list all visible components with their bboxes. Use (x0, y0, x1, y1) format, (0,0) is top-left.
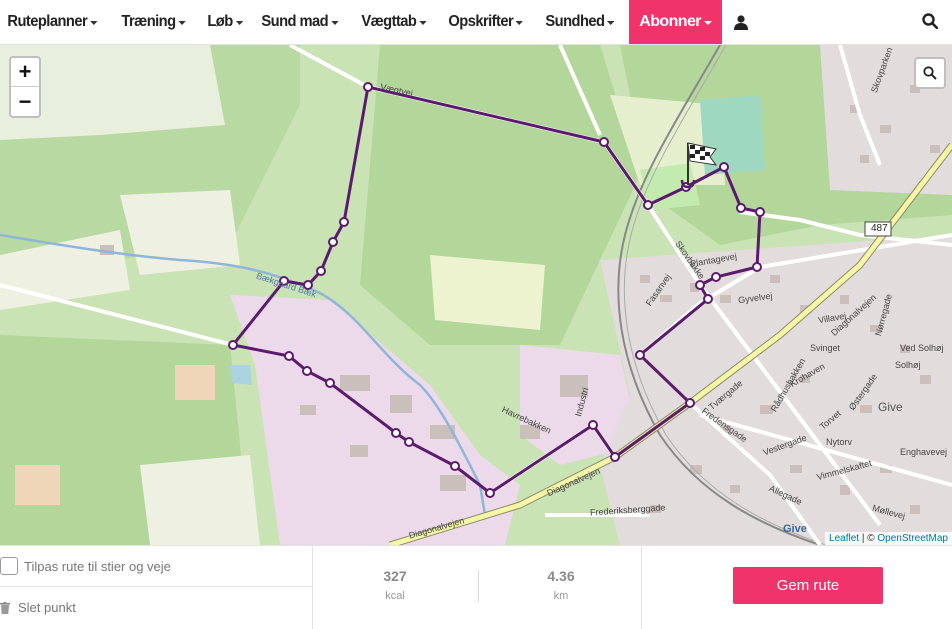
nav-abonner[interactable]: Abonner (629, 0, 722, 44)
magnifier-icon (923, 66, 937, 80)
trash-icon (0, 601, 10, 614)
fit-route-label: Tilpas rute til stier og veje (24, 558, 171, 574)
street-label: Solhøj (895, 360, 921, 370)
fit-route-option[interactable]: Tilpas rute til stier og veje (0, 546, 312, 587)
nav-ruteplanner[interactable]: Ruteplanner (0, 0, 105, 44)
route-panel: Tilpas rute til stier og veje Slet punkt… (0, 545, 952, 629)
map-search-button[interactable] (914, 57, 946, 89)
caret-down-icon (89, 21, 98, 25)
caret-down-icon (178, 21, 186, 25)
top-navbar: Ruteplanner Træning Løb Sund mad Vægttab… (0, 0, 952, 45)
nav-traening[interactable]: Træning (114, 0, 193, 44)
route-stats: 327 kcal 4.36 km (312, 546, 642, 629)
nav-abonner-label: Abonner (639, 13, 701, 30)
zoom-control: + − (9, 56, 41, 118)
nav-vaegttab[interactable]: Vægttab (354, 0, 434, 44)
nav-opskrifter-label: Opskrifter (447, 13, 513, 30)
nav-sundhed[interactable]: Sundhed (538, 0, 622, 44)
road-number-label: 487 (871, 223, 888, 234)
town-label: Give (783, 523, 807, 535)
delete-point-button[interactable]: Slet punkt (0, 587, 312, 628)
caret-down-icon (607, 21, 615, 25)
search-icon[interactable] (922, 13, 939, 34)
nav-lob-label: Løb (207, 13, 233, 30)
caret-down-icon (235, 21, 243, 25)
map-tiles (0, 45, 952, 545)
distance-unit: km (553, 590, 569, 602)
zoom-in-button[interactable]: + (11, 58, 39, 87)
nav-vaegttab-label: Vægttab (361, 13, 417, 30)
town-label: Give (878, 400, 903, 414)
nav-ruteplanner-label: Ruteplanner (7, 13, 88, 30)
stats-divider (478, 570, 479, 602)
street-label: Ved Solhøj (900, 343, 944, 353)
nav-lob[interactable]: Løb (200, 0, 250, 44)
leaflet-link[interactable]: Leaflet (829, 533, 859, 544)
nav-traening-label: Træning (121, 13, 176, 30)
user-icon[interactable] (722, 0, 760, 44)
caret-down-icon (418, 21, 427, 25)
street-label: Enghavevej (900, 447, 948, 457)
caret-down-icon (515, 21, 523, 25)
street-label: Nytorv (826, 437, 853, 447)
distance-stat: 4.36 km (501, 568, 621, 602)
route-map[interactable]: Vægtvej Bækgaard Bæk Diagonalvejen Diago… (0, 45, 952, 545)
map-attribution: Leaflet | © OpenStreetMap (825, 532, 952, 545)
calories-unit: kcal (385, 590, 405, 602)
save-route-button[interactable]: Gem rute (733, 567, 883, 604)
fit-route-checkbox[interactable] (0, 557, 18, 575)
caret-down-icon (703, 21, 712, 25)
nav-opskrifter[interactable]: Opskrifter (441, 0, 531, 44)
osm-link[interactable]: OpenStreetMap (877, 533, 948, 544)
calories-value: 327 (383, 568, 407, 584)
calories-stat: 327 kcal (335, 568, 455, 602)
street-label: Svinget (810, 343, 841, 353)
nav-sundhed-label: Sundhed (545, 13, 605, 30)
distance-value: 4.36 (547, 568, 575, 584)
zoom-out-button[interactable]: − (11, 87, 39, 116)
nav-sund-mad-label: Sund mad (261, 13, 329, 30)
caret-down-icon (331, 21, 339, 25)
delete-point-label: Slet punkt (18, 600, 76, 615)
nav-sund-mad[interactable]: Sund mad (254, 0, 346, 44)
attribution-separator: | © (859, 533, 878, 544)
